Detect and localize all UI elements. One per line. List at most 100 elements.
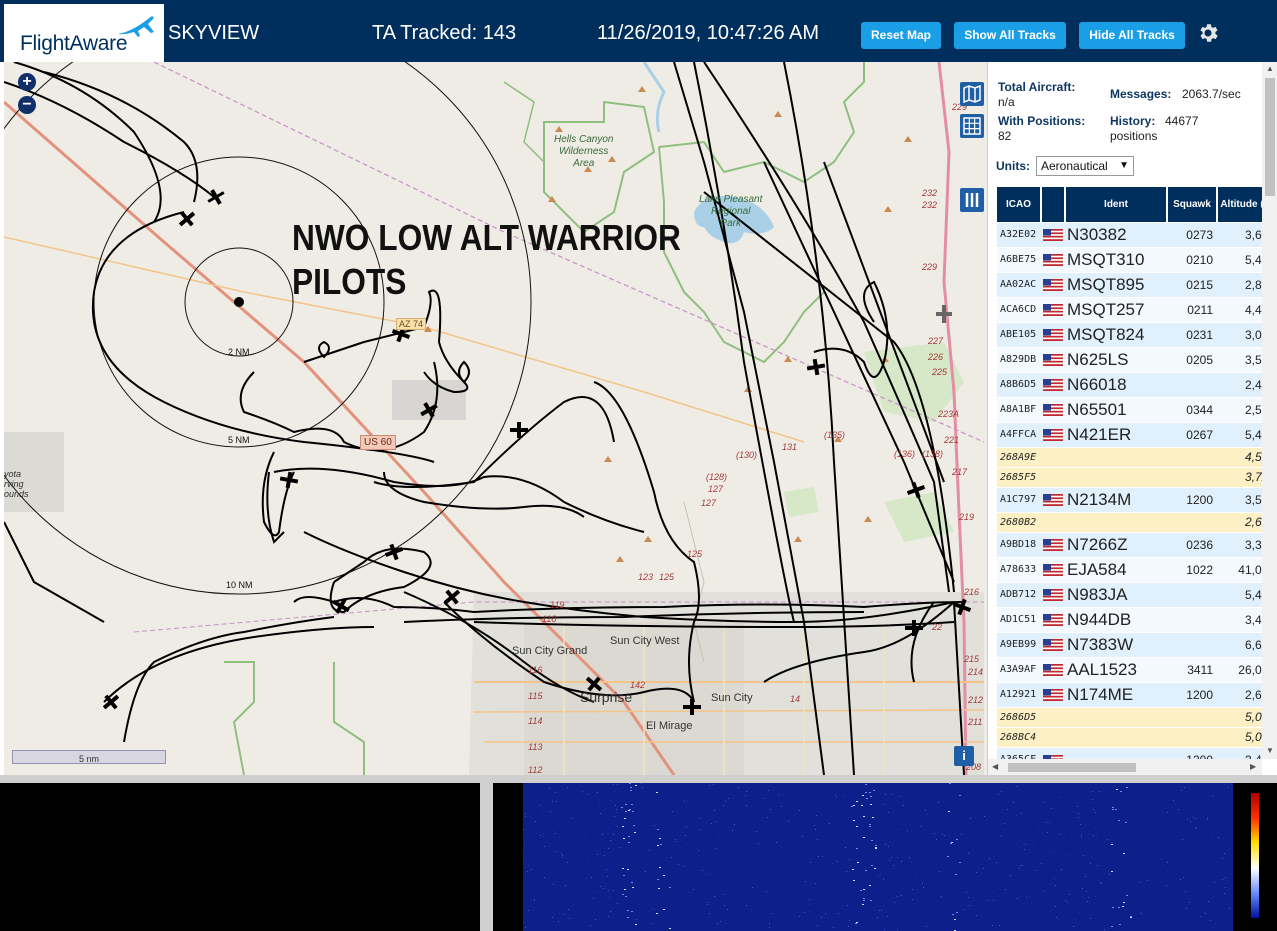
waterfall-pixel: [952, 914, 954, 915]
table-row[interactable]: A4FFCA N421ER02675,400: [997, 421, 1262, 447]
waterfall-pixel: [684, 801, 685, 802]
waterfall-pixel: [848, 926, 849, 927]
waterfall-pixel: [1186, 926, 1187, 927]
scroll-up-icon[interactable]: ▲: [1266, 64, 1274, 73]
waterfall-pixel: [686, 844, 687, 845]
waterfall-pixel: [578, 913, 579, 914]
table-row[interactable]: A365CF 12003,400: [997, 746, 1262, 759]
zoom-out-button[interactable]: −: [18, 96, 36, 114]
table-row[interactable]: A829DB N625LS02053,500: [997, 346, 1262, 372]
waterfall-pixel: [571, 845, 572, 846]
table-row[interactable]: 268A9E 4,500: [997, 446, 1262, 467]
table-row[interactable]: AD1C51 N944DB 3,400: [997, 606, 1262, 632]
vertical-scroll-thumb[interactable]: [1265, 78, 1275, 196]
waterfall-pixel: [912, 885, 913, 886]
waterfall-pixel: [590, 925, 591, 926]
top-header: FlightAware SKYVIEW TA Tracked: 143 11/2…: [0, 0, 1277, 62]
table-row[interactable]: 2686D5 5,000: [997, 706, 1262, 727]
grid-view-icon[interactable]: [960, 114, 984, 138]
map-info-button[interactable]: i: [954, 746, 974, 766]
cell-icao: A9EB99: [997, 631, 1041, 657]
table-row[interactable]: A8A1BF N6550103442,550: [997, 396, 1262, 422]
waterfall-pixel: [1097, 865, 1098, 866]
waterfall-pixel: [628, 810, 630, 811]
cell-ident: N625LS: [1065, 346, 1167, 372]
waterfall-pixel: [939, 788, 940, 789]
col-header-ident[interactable]: Ident: [1065, 187, 1168, 222]
col-header-squawk[interactable]: Squawk: [1167, 187, 1218, 222]
cell-icao: 2685F5: [997, 466, 1041, 487]
cell-flag: [1041, 421, 1065, 447]
units-select[interactable]: Aeronautical ▼: [1036, 156, 1134, 176]
col-header-flag[interactable]: [1041, 187, 1066, 222]
waterfall-pixel: [1024, 849, 1025, 850]
table-row[interactable]: A78633 EJA584102241,000: [997, 556, 1262, 582]
waterfall-pixel: [1017, 786, 1018, 787]
waterfall-pixel: [912, 800, 913, 801]
map-view[interactable]: NWO LOW ALT WARRIOR PILOTS 2 NM 5 NM 10 …: [4, 62, 987, 775]
reset-map-button[interactable]: Reset Map: [861, 22, 941, 49]
waterfall-pixel: [719, 835, 720, 836]
waterfall-pixel: [834, 849, 835, 850]
waterfall-pixel: [1003, 807, 1004, 808]
table-row[interactable]: ABE105 MSQT82402313,000: [997, 321, 1262, 347]
hide-all-tracks-button[interactable]: Hide All Tracks: [1079, 22, 1185, 49]
table-row[interactable]: 2680B2 2,600: [997, 511, 1262, 532]
table-row[interactable]: 268BC4 5,000: [997, 726, 1262, 747]
scroll-down-icon[interactable]: ▼: [1266, 746, 1274, 755]
waterfall-pixel: [1073, 812, 1074, 813]
horizontal-scroll-thumb[interactable]: [1008, 763, 1136, 772]
waterfall-pixel: [832, 868, 833, 869]
columns-toggle-icon[interactable]: [960, 188, 984, 212]
waterfall-pixel: [544, 877, 545, 878]
table-row[interactable]: A8B6D5 N66018 2,400: [997, 371, 1262, 397]
waterfall-pixel: [539, 926, 540, 927]
table-row[interactable]: A12921 N174ME12002,600: [997, 681, 1262, 707]
waterfall-pixel: [1204, 912, 1205, 913]
waterfall-pixel: [968, 897, 969, 898]
waterfall-pixel: [600, 853, 601, 854]
waterfall-pixel: [898, 908, 899, 909]
waterfall-pixel: [1210, 796, 1211, 797]
table-row[interactable]: A6BE75 MSQT31002105,400: [997, 246, 1262, 272]
grid-icon: [963, 117, 981, 135]
vertical-scrollbar[interactable]: ▲ ▼: [1262, 62, 1277, 759]
cell-altitude: 3,650: [1217, 221, 1262, 247]
table-row[interactable]: A1C797 N2134M12003,525: [997, 486, 1262, 512]
col-header-altitude[interactable]: Altitude (ft): [1217, 187, 1262, 222]
cell-ident: N65501: [1065, 396, 1167, 422]
scroll-left-icon[interactable]: ◀: [992, 762, 998, 771]
waterfall-pixel: [837, 861, 838, 862]
table-row[interactable]: ACA6CD MSQT25702114,400: [997, 296, 1262, 322]
route-number: 225: [932, 367, 948, 377]
map-layers-icon[interactable]: [960, 82, 984, 106]
waterfall-pixel: [579, 920, 580, 921]
col-header-icao[interactable]: ICAO: [997, 187, 1042, 222]
flightaware-logo[interactable]: FlightAware: [4, 4, 164, 62]
gear-icon[interactable]: [1196, 21, 1220, 45]
waterfall-pixel: [1167, 836, 1168, 837]
table-row[interactable]: AA02AC MSQT89502152,875: [997, 271, 1262, 297]
table-row[interactable]: ADB712 N983JA 5,450: [997, 581, 1262, 607]
map-base: [4, 62, 985, 775]
show-all-tracks-button[interactable]: Show All Tracks: [954, 22, 1066, 49]
waterfall-pixel: [584, 838, 585, 839]
table-row[interactable]: A9BD18 N7266Z02363,300: [997, 531, 1262, 557]
waterfall-pixel: [1005, 889, 1006, 890]
waterfall-pixel: [1201, 831, 1202, 832]
table-row[interactable]: 2685F5 3,725: [997, 466, 1262, 487]
scroll-right-icon[interactable]: ▶: [1250, 762, 1256, 771]
waterfall-pixel: [843, 840, 844, 841]
aircraft-table-container[interactable]: ICAO IdentSquawkAltitude (ft) A32E02 N3038…: [997, 187, 1262, 759]
waterfall-pixel: [911, 862, 912, 863]
table-row[interactable]: A32E02 N3038202733,650: [997, 221, 1262, 247]
table-row[interactable]: A3A9AF AAL1523341126,000: [997, 656, 1262, 682]
table-row[interactable]: A9EB99 N7383W 6,600: [997, 631, 1262, 657]
waterfall-pixel: [870, 900, 872, 901]
zoom-in-button[interactable]: +: [18, 73, 36, 91]
waterfall-pixel: [838, 913, 839, 914]
waterfall-pixel: [599, 801, 600, 802]
waterfall-pixel: [587, 849, 588, 850]
horizontal-scrollbar[interactable]: ◀ ▶: [988, 759, 1262, 775]
waterfall-pixel: [1112, 809, 1114, 810]
